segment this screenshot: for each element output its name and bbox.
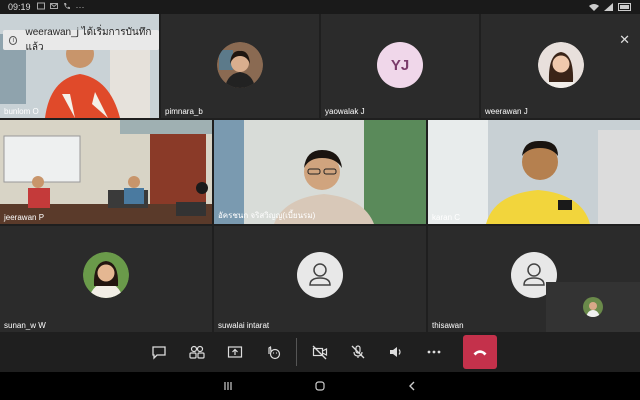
mail-icon xyxy=(49,3,58,9)
share-screen-icon xyxy=(227,346,242,358)
share-screen-button[interactable] xyxy=(220,337,250,367)
phone-icon xyxy=(63,3,70,9)
battery-icon xyxy=(618,3,631,11)
participant-tile[interactable]: pimnara_b xyxy=(161,14,319,118)
toolbar-divider xyxy=(295,338,297,366)
participant-photo xyxy=(537,42,584,88)
mic-off-icon xyxy=(351,345,364,359)
participant-tile[interactable]: YJ yaowalak J xyxy=(321,14,479,118)
avatar-initials: YJ xyxy=(377,42,423,88)
status-bar: 09:19 ··· xyxy=(0,0,640,14)
status-time: 09:19 xyxy=(8,2,31,12)
participant-tile[interactable]: jeerawan P xyxy=(0,120,212,224)
participant-name: อัครชนก จริสวิญญ(เบี้ยนรม) xyxy=(218,211,316,220)
person-icon xyxy=(309,263,331,286)
wifi-icon xyxy=(589,4,599,11)
banner-text: weerawan_j ได้เริ่มการบันทึกแล้ว xyxy=(25,27,152,53)
participant-photo xyxy=(83,252,129,298)
chat-icon xyxy=(151,346,166,360)
info-icon: i xyxy=(9,35,18,45)
participant-name: jeerawan P xyxy=(4,213,45,222)
participant-video xyxy=(428,120,640,224)
participant-photo xyxy=(217,42,263,88)
participant-name: karan C xyxy=(432,213,461,222)
participants-icon xyxy=(188,345,205,359)
close-icon[interactable]: ✕ xyxy=(619,32,630,48)
participant-name: thisawan xyxy=(432,321,464,330)
speaker-button[interactable] xyxy=(381,337,411,367)
participant-name: suwalai intarat xyxy=(218,321,270,330)
participants-button[interactable] xyxy=(182,337,212,367)
self-view-tile[interactable] xyxy=(546,282,640,332)
participant-tile[interactable]: sunan_w W xyxy=(0,226,212,332)
signal-icon xyxy=(604,3,613,11)
home-icon[interactable] xyxy=(314,380,326,392)
more-options-icon xyxy=(427,350,440,354)
participant-name: bunlom O xyxy=(4,107,39,116)
camera-toggle-button[interactable] xyxy=(305,337,335,367)
camera-off-icon xyxy=(312,345,327,360)
chat-button[interactable] xyxy=(144,337,174,367)
hang-up-button[interactable] xyxy=(462,335,497,369)
participant-tile[interactable]: weerawan J xyxy=(481,14,640,118)
participant-tile[interactable]: suwalai intarat xyxy=(214,226,426,332)
back-icon[interactable] xyxy=(406,380,418,392)
image-icon xyxy=(36,2,45,10)
participant-name: weerawan J xyxy=(485,107,528,116)
participant-tile[interactable]: อัครชนก จริสวิญญ(เบี้ยนรม) xyxy=(214,120,426,224)
reactions-button[interactable] xyxy=(258,337,288,367)
participant-video xyxy=(0,120,212,224)
meeting-stage: i weerawan_j ได้เริ่มการบันทึกแล้ว ✕ bun… xyxy=(0,14,640,332)
recent-apps-icon[interactable] xyxy=(222,380,234,392)
reactions-icon xyxy=(267,345,280,360)
participant-name: yaowalak J xyxy=(325,107,365,116)
more-icon: ··· xyxy=(75,2,85,12)
call-toolbar xyxy=(0,332,640,372)
default-avatar xyxy=(297,252,343,298)
mic-toggle-button[interactable] xyxy=(343,337,373,367)
speaker-icon xyxy=(389,347,401,357)
recording-banner: i weerawan_j ได้เริ่มการบันทึกแล้ว xyxy=(3,27,159,53)
hang-up-icon xyxy=(473,350,486,356)
participant-name: sunan_w W xyxy=(4,321,46,330)
system-nav-bar xyxy=(0,372,640,400)
more-options-button[interactable] xyxy=(419,337,449,367)
participant-name: pimnara_b xyxy=(165,107,203,116)
participant-tile[interactable]: karan C xyxy=(428,120,640,224)
self-view-photo xyxy=(583,297,603,317)
